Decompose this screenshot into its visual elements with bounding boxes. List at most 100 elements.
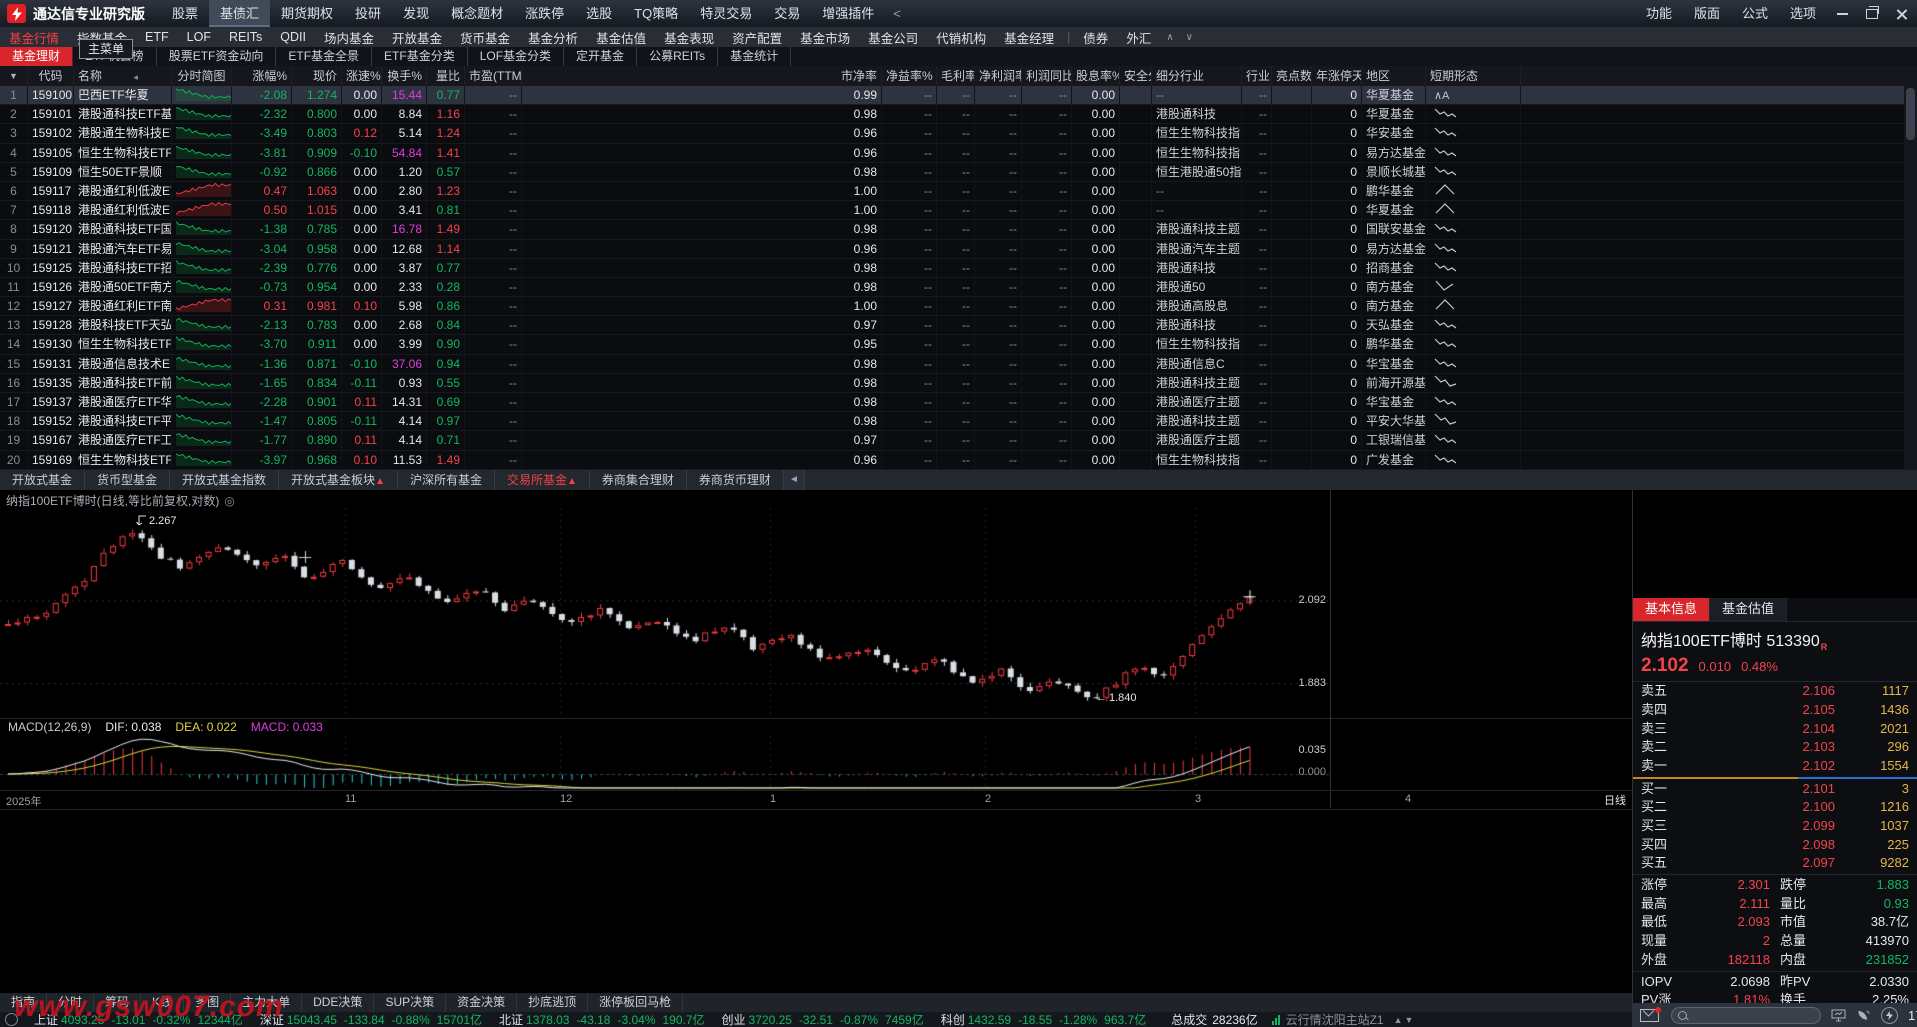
table-scrollbar[interactable] bbox=[1904, 66, 1917, 470]
search-input[interactable] bbox=[1671, 1007, 1821, 1024]
column-header-细分行业[interactable]: 细分行业 bbox=[1152, 66, 1242, 86]
satellite-dish-icon[interactable] bbox=[1856, 1009, 1871, 1022]
column-header-短期形态[interactable]: 短期形态 bbox=[1426, 66, 1521, 86]
column-header-亮点数[interactable]: 亮点数 bbox=[1272, 66, 1312, 86]
tab-ETF基金分类[interactable]: ETF基金分类 bbox=[372, 47, 468, 66]
menu-item-交易[interactable]: 交易 bbox=[763, 0, 811, 27]
table-row[interactable]: 15159131港股通信息技术E...R-1.360.871-0.1037.06… bbox=[0, 355, 1904, 374]
index-深证[interactable]: 深证15043.45-133.84-0.88%15701亿 bbox=[250, 1011, 489, 1027]
bottom-tab-抄底逃顶[interactable]: 抄底逃顶 bbox=[517, 993, 588, 1012]
column-header-涨幅%[interactable]: 涨幅% bbox=[232, 66, 292, 86]
server-name[interactable]: 云行情沈阳主站Z1 bbox=[1286, 1011, 1384, 1027]
menu-item-基债汇[interactable]: 基债汇 bbox=[209, 0, 270, 27]
subnav-item-债券[interactable]: 债券 bbox=[1074, 28, 1117, 47]
table-row[interactable]: 9159121港股通汽车ETF易方达-3.040.9580.0012.681.1… bbox=[0, 240, 1904, 259]
subnav-item-基金估值[interactable]: 基金估值 bbox=[587, 28, 655, 47]
quote-tab-基本信息[interactable]: 基本信息 bbox=[1633, 598, 1710, 621]
mail-icon[interactable] bbox=[1640, 1009, 1659, 1022]
column-header-现价[interactable]: 现价 bbox=[292, 66, 342, 86]
chart-area[interactable]: 纳指100ETF博时(日线,等比前复权,对数)◎ MACD(12,26,9) D… bbox=[0, 490, 1917, 993]
table-row[interactable]: 13159128港股科技ETF天弘R-2.130.7830.002.680.84… bbox=[0, 316, 1904, 335]
lightning-icon[interactable] bbox=[1881, 1007, 1898, 1024]
period-label[interactable]: 日线 bbox=[1570, 792, 1626, 808]
bottom-tab-DDE决策[interactable]: DDE决策 bbox=[302, 993, 374, 1012]
bottom-tab-SUP决策[interactable]: SUP决策 bbox=[374, 993, 446, 1012]
menu-item-概念题材[interactable]: 概念题材 bbox=[440, 0, 514, 27]
column-header-分时简图[interactable]: 分时简图 bbox=[172, 66, 232, 86]
menu-item-选项[interactable]: 选项 bbox=[1779, 0, 1827, 27]
menu-item-选股[interactable]: 选股 bbox=[575, 0, 623, 27]
table-row[interactable]: 12159127港股通红利ETF南方0.310.9810.105.980.86-… bbox=[0, 297, 1904, 316]
subnav-item-基金经理[interactable]: 基金经理 bbox=[995, 28, 1063, 47]
table-row[interactable]: 10159125港股通科技ETF招商R-2.390.7760.003.870.7… bbox=[0, 259, 1904, 278]
index-北证[interactable]: 北证1378.03-43.18-3.04%190.7亿 bbox=[489, 1011, 712, 1027]
index-创业[interactable]: 创业3720.25-32.51-0.87%7459亿 bbox=[712, 1011, 931, 1027]
table-row[interactable]: 8159120港股通科技ETF国联安-1.380.7850.0016.781.4… bbox=[0, 220, 1904, 239]
bottom-tab-资金决策[interactable]: 资金决策 bbox=[446, 993, 517, 1012]
column-header-代码[interactable]: 代码 bbox=[28, 66, 74, 86]
table-row[interactable]: 4159105恒生生物科技ETF...-3.810.909-0.1054.841… bbox=[0, 144, 1904, 163]
table-row[interactable]: 19159167港股通医疗ETF工银-1.770.8900.114.140.71… bbox=[0, 431, 1904, 450]
subnav-item-基金分析[interactable]: 基金分析 bbox=[519, 28, 587, 47]
main-menu-button[interactable]: 基金理财 bbox=[0, 47, 73, 66]
table-row[interactable]: 1159100巴西ETF华夏-2.081.2740.0015.440.77--0… bbox=[0, 86, 1904, 105]
restore-button[interactable] bbox=[1857, 0, 1887, 27]
column-header-涨速%[interactable]: 涨速% bbox=[342, 66, 382, 86]
column-header-市净率[interactable]: 市净率 bbox=[522, 66, 882, 86]
monitor-icon[interactable] bbox=[1831, 1009, 1846, 1022]
table-row[interactable]: 14159130恒生生物科技ETF鹏华-3.700.9110.003.990.9… bbox=[0, 335, 1904, 354]
column-header-净益率%[interactable]: 净益率% bbox=[882, 66, 937, 86]
midtab-开放式基金板块[interactable]: 开放式基金板块▲ bbox=[279, 470, 398, 490]
table-row[interactable]: 3159102港股通生物科技ETFR-3.490.8030.125.141.24… bbox=[0, 124, 1904, 143]
column-header-年涨停天[interactable]: 年涨停天 bbox=[1312, 66, 1362, 86]
midtab-券商集合理财[interactable]: 券商集合理财 bbox=[590, 470, 687, 490]
table-row[interactable]: 2159101港股通科技ETF基金R-2.320.8000.008.841.16… bbox=[0, 105, 1904, 124]
subnav-item-基金表现[interactable]: 基金表现 bbox=[655, 28, 723, 47]
subnav-item-LOF[interactable]: LOF bbox=[178, 30, 220, 44]
subnav-item-基金行情[interactable]: 基金行情 bbox=[0, 28, 68, 47]
menu-collapse-arrow[interactable]: < bbox=[885, 6, 909, 21]
subnav-item-基金市场[interactable]: 基金市场 bbox=[791, 28, 859, 47]
column-header-股息率%[interactable]: 股息率% bbox=[1072, 66, 1120, 86]
tab-股票ETF资金动向[interactable]: 股票ETF资金动向 bbox=[157, 47, 277, 66]
column-header-市盈(TTM)[interactable]: 市盈(TTM) bbox=[465, 66, 522, 86]
column-header-换手%[interactable]: 换手% bbox=[382, 66, 427, 86]
subnav-item-外汇[interactable]: 外汇 bbox=[1117, 28, 1160, 47]
column-header-利润同比%[interactable]: 利润同比% bbox=[1022, 66, 1072, 86]
menu-item-涨跌停[interactable]: 涨跌停 bbox=[514, 0, 575, 27]
table-row[interactable]: 11159126港股通50ETF南方-0.730.9540.002.330.28… bbox=[0, 278, 1904, 297]
bottom-tab-涨停板回马枪[interactable]: 涨停板回马枪 bbox=[588, 993, 683, 1012]
close-button[interactable] bbox=[1887, 0, 1917, 27]
tab-公募REITs[interactable]: 公募REITs bbox=[637, 47, 718, 66]
column-header-净利润率%[interactable]: 净利润率% bbox=[975, 66, 1022, 86]
menu-item-公式[interactable]: 公式 bbox=[1731, 0, 1779, 27]
column-header-地区[interactable]: 地区 bbox=[1362, 66, 1426, 86]
column-header-行业PE[interactable]: 行业PE bbox=[1242, 66, 1272, 86]
quote-tab-基金估值[interactable]: 基金估值 bbox=[1710, 598, 1787, 621]
connection-signal-icon[interactable] bbox=[1272, 1015, 1280, 1025]
midtab-开放式基金指数[interactable]: 开放式基金指数 bbox=[170, 470, 279, 490]
macd-chart[interactable] bbox=[0, 736, 1330, 790]
chart-settings-icon[interactable]: ◎ bbox=[224, 494, 234, 508]
subnav-item-场内基金[interactable]: 场内基金 bbox=[315, 28, 383, 47]
midtab-货币型基金[interactable]: 货币型基金 bbox=[85, 470, 170, 490]
index-科创[interactable]: 科创1432.59-18.55-1.28%963.7亿 bbox=[931, 1011, 1154, 1027]
table-row[interactable]: 18159152港股通科技ETF平安R-1.470.805-0.114.140.… bbox=[0, 412, 1904, 431]
caret-up-icon[interactable]: ∧ bbox=[1160, 32, 1179, 43]
midtab-scroll-left[interactable]: ◄ bbox=[784, 470, 805, 490]
table-row[interactable]: 6159117港股通红利低波ETF0.471.0630.002.801.23--… bbox=[0, 182, 1904, 201]
midtab-开放式基金[interactable]: 开放式基金 bbox=[0, 470, 85, 490]
subnav-item-资产配置[interactable]: 资产配置 bbox=[723, 28, 791, 47]
menu-item-TQ策略[interactable]: TQ策略 bbox=[623, 0, 689, 27]
filter-icon[interactable]: ▼ bbox=[0, 66, 28, 86]
table-row[interactable]: 7159118港股通红利低波E...0.501.0150.003.410.81-… bbox=[0, 201, 1904, 220]
subnav-item-REITs[interactable]: REITs bbox=[220, 30, 271, 44]
midtab-交易所基金[interactable]: 交易所基金▲ bbox=[495, 470, 590, 490]
column-header-量比[interactable]: 量比 bbox=[427, 66, 465, 86]
menu-item-发现[interactable]: 发现 bbox=[392, 0, 440, 27]
column-header-毛利率%[interactable]: 毛利率% bbox=[937, 66, 975, 86]
subnav-item-代销机构[interactable]: 代销机构 bbox=[927, 28, 995, 47]
table-row[interactable]: 17159137港股通医疗ETF华宝-2.280.9010.1114.310.6… bbox=[0, 393, 1904, 412]
menu-item-期货期权[interactable]: 期货期权 bbox=[270, 0, 344, 27]
candlestick-chart[interactable] bbox=[0, 508, 1330, 718]
